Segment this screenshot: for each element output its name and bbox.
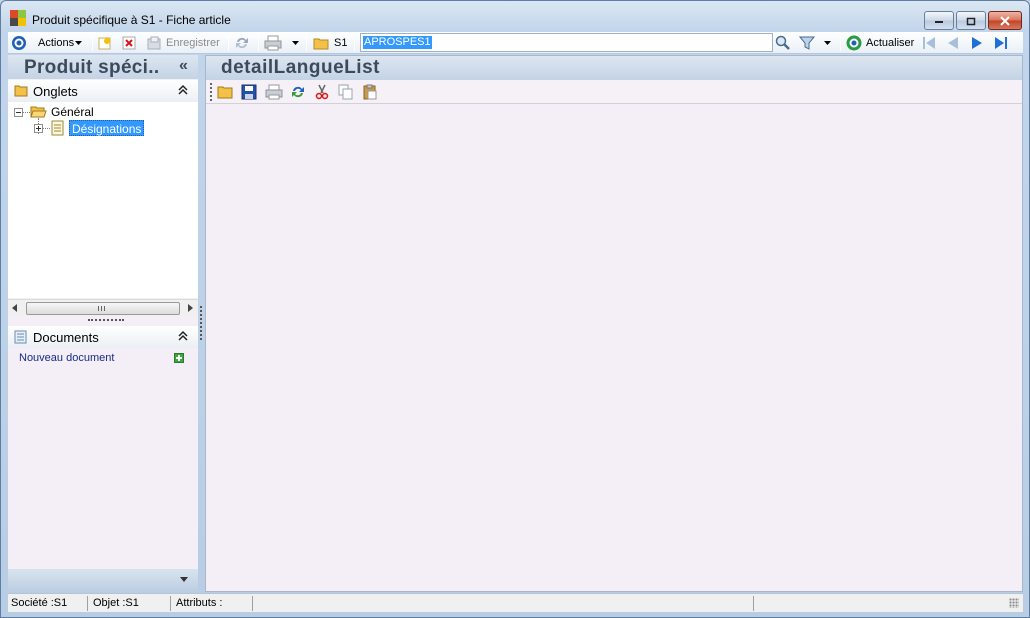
- app-icon: [10, 10, 26, 26]
- status-company: Société :S1: [8, 596, 88, 611]
- window-title: Produit spécifique à S1 - Fiche article: [32, 13, 231, 27]
- status-object: Objet :S1: [90, 596, 171, 611]
- status-attributes: Attributs :: [173, 596, 253, 611]
- detail-pane-header: detailLangueList: [206, 56, 1022, 80]
- navigation-pane-header: Produit spéci.. «: [8, 55, 198, 79]
- detail-content-area[interactable]: [206, 105, 1022, 591]
- app-window: Produit spécifique à S1 - Fiche article …: [0, 0, 1030, 618]
- navigation-pane: Produit spéci.. « Onglets Général Désign…: [8, 55, 198, 592]
- refresh-icon: [846, 35, 862, 51]
- folder-icon: [14, 85, 28, 97]
- delete-button[interactable]: [122, 32, 138, 54]
- search-icon: [775, 35, 790, 50]
- status-panel-right: [756, 596, 1001, 611]
- pane-splitter[interactable]: [200, 306, 202, 340]
- chevron-down-icon: [292, 41, 299, 45]
- printer-icon[interactable]: [265, 84, 283, 102]
- company-button[interactable]: S1: [313, 32, 347, 54]
- next-record-button[interactable]: [969, 32, 987, 54]
- collapse-pane-button[interactable]: «: [179, 57, 188, 75]
- tabs-section-header[interactable]: Onglets: [8, 80, 198, 102]
- restore-icon: [966, 17, 976, 25]
- print-menu-button[interactable]: [264, 32, 301, 54]
- add-document-icon[interactable]: [174, 353, 184, 363]
- status-bar: Société :S1 Objet :S1 Attributs :: [8, 593, 1023, 612]
- actions-label: Actions: [38, 37, 75, 49]
- actions-menu-button[interactable]: Actions: [38, 32, 83, 54]
- folder-icon: [313, 38, 329, 50]
- collapse-section-icon[interactable]: [178, 84, 188, 96]
- new-document-link[interactable]: Nouveau document: [19, 352, 114, 364]
- filter-icon: [799, 36, 815, 50]
- chevron-down-icon[interactable]: [180, 577, 189, 583]
- tree-item-designations[interactable]: Désignations: [69, 120, 145, 136]
- new-button[interactable]: [98, 32, 114, 54]
- tabs-tree: Général Désignations: [8, 102, 198, 298]
- main-toolbar: Actions Enregistrer S1 APROSPES1 Actuali…: [8, 32, 1023, 54]
- refresh-label: Actualiser: [866, 37, 915, 49]
- open-folder-icon[interactable]: [217, 84, 235, 102]
- previous-record-button[interactable]: [945, 32, 963, 54]
- last-record-button[interactable]: [993, 32, 1011, 54]
- previous-record-icon: [948, 37, 958, 49]
- tree-item-general[interactable]: Général: [51, 105, 94, 119]
- tree-expand-toggle[interactable]: [34, 124, 43, 133]
- status-panel-empty: [255, 596, 754, 611]
- refresh-icon[interactable]: [290, 84, 308, 102]
- close-icon: [1000, 15, 1010, 26]
- copy-icon[interactable]: [338, 84, 356, 102]
- close-button[interactable]: [988, 11, 1022, 30]
- first-record-button[interactable]: [921, 32, 939, 54]
- scroll-left-icon[interactable]: [12, 304, 18, 312]
- maximize-button[interactable]: [956, 11, 986, 30]
- navigation-pane-title: Produit spéci..: [24, 57, 160, 78]
- delete-icon: [122, 36, 136, 50]
- save-label: Enregistrer: [166, 37, 220, 49]
- filter-menu-button[interactable]: [799, 32, 833, 54]
- save-icon: [147, 36, 161, 50]
- search-input-value: APROSPES1: [363, 36, 432, 49]
- tree-horizontal-scrollbar[interactable]: [8, 299, 198, 316]
- chevron-down-icon: [75, 41, 83, 45]
- tree-collapse-toggle[interactable]: [14, 108, 23, 117]
- detail-toolbar: [206, 80, 1022, 104]
- sync-button[interactable]: [234, 32, 252, 54]
- detail-pane: detailLangueList: [205, 55, 1023, 592]
- title-bar: Produit spécifique à S1 - Fiche article: [1, 1, 1029, 31]
- scrollbar-thumb[interactable]: [26, 302, 180, 315]
- new-document-icon: [98, 37, 111, 50]
- refresh-button[interactable]: Actualiser: [846, 32, 914, 54]
- search-input[interactable]: APROSPES1: [360, 33, 773, 52]
- chevron-down-icon: [824, 41, 831, 45]
- detail-pane-title: detailLangueList: [221, 57, 380, 78]
- section-resize-grip[interactable]: [88, 319, 124, 322]
- last-record-icon: [995, 37, 1007, 49]
- cut-icon[interactable]: [314, 84, 332, 102]
- document-icon: [51, 120, 64, 136]
- first-record-icon: [923, 37, 935, 49]
- scroll-right-icon[interactable]: [188, 304, 194, 312]
- navigation-pane-footer: [8, 569, 198, 592]
- company-label: S1: [334, 37, 348, 49]
- next-record-icon: [972, 37, 982, 49]
- documents-icon: [14, 330, 27, 344]
- collapse-section-icon[interactable]: [178, 330, 188, 342]
- save-icon[interactable]: [241, 84, 259, 102]
- resize-grip-icon[interactable]: [1009, 598, 1019, 608]
- save-button[interactable]: Enregistrer: [147, 32, 220, 54]
- sync-icon: [236, 37, 248, 49]
- documents-section-header[interactable]: Documents: [8, 326, 198, 348]
- minimize-button[interactable]: [924, 11, 954, 30]
- target-icon: [12, 36, 26, 50]
- documents-section-label: Documents: [33, 330, 99, 345]
- navigation-target-button[interactable]: [11, 32, 29, 54]
- tabs-section-label: Onglets: [33, 84, 78, 99]
- folder-open-icon: [30, 106, 47, 118]
- printer-icon: [264, 35, 282, 51]
- search-button[interactable]: [775, 32, 793, 54]
- minimize-icon: [935, 20, 943, 23]
- paste-icon[interactable]: [362, 84, 380, 102]
